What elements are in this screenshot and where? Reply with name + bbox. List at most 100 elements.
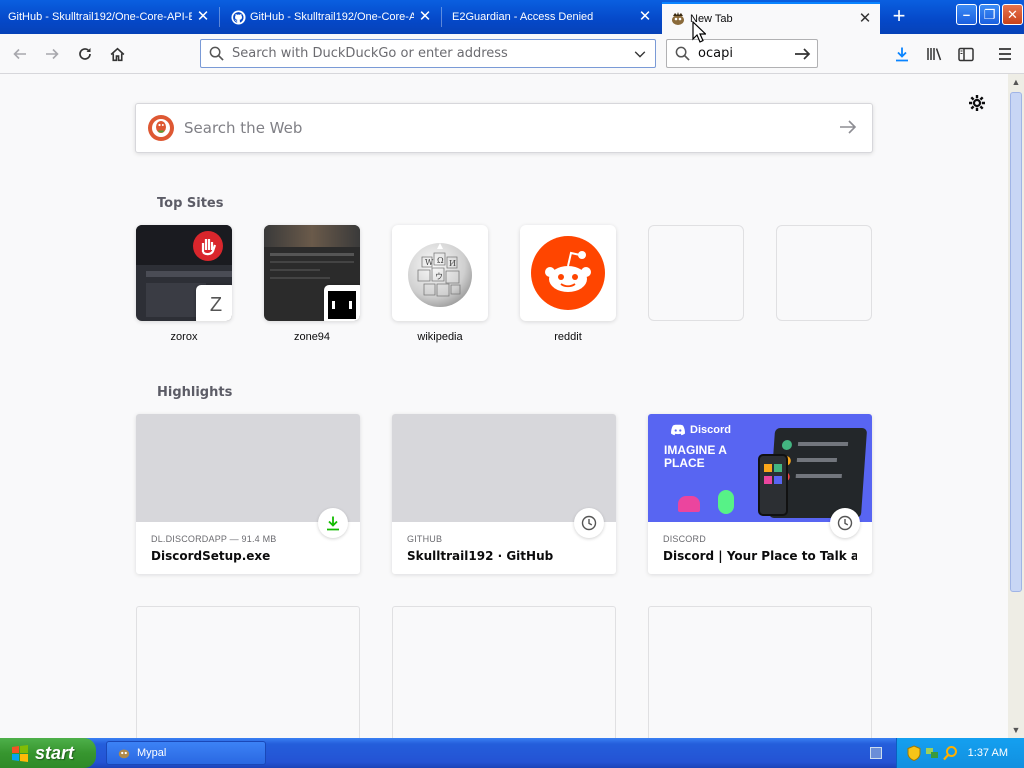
tab-e2guardian[interactable]: E2Guardian - Access Denied ✕ xyxy=(444,2,660,32)
scroll-up-arrow-icon[interactable]: ▲ xyxy=(1008,74,1024,90)
minimize-button[interactable]: – xyxy=(956,4,977,25)
back-arrow-icon xyxy=(13,48,26,60)
close-window-button[interactable]: ✕ xyxy=(1002,4,1023,25)
top-site-empty[interactable] xyxy=(648,225,744,331)
site-thumbnail: W Ω И ウ xyxy=(392,225,488,321)
close-icon[interactable]: ✕ xyxy=(196,9,210,24)
reddit-logo-icon xyxy=(531,236,605,310)
library-icon xyxy=(926,48,941,61)
discord-brand: Discord xyxy=(670,424,731,436)
top-site-zone94[interactable]: zone94 xyxy=(264,225,360,343)
site-label: reddit xyxy=(554,331,582,343)
preview-headline: IMAGINE A PLACE xyxy=(664,443,727,470)
forward-arrow-icon xyxy=(46,48,59,60)
windows-logo-icon xyxy=(12,745,28,762)
hamburger-menu-icon xyxy=(999,48,1011,60)
chevron-down-icon[interactable] xyxy=(633,47,647,61)
close-icon[interactable]: ✕ xyxy=(638,9,652,24)
card-title: Skulltrail192 · GitHub xyxy=(407,549,554,563)
highlight-card[interactable]: GITHUB Skulltrail192 · GitHub xyxy=(392,414,616,574)
taskbar-item-mypal[interactable]: Mypal xyxy=(106,741,266,765)
close-icon[interactable]: ✕ xyxy=(858,11,872,26)
web-search-box[interactable] xyxy=(135,103,873,153)
scroll-thumb[interactable] xyxy=(1010,92,1022,592)
site-thumbnail xyxy=(264,225,360,321)
network-icon[interactable] xyxy=(925,745,939,761)
card-title: Discord | Your Place to Talk and ... xyxy=(663,549,857,563)
top-site-empty[interactable] xyxy=(776,225,872,331)
arrow-right-icon[interactable] xyxy=(838,117,858,137)
url-input[interactable] xyxy=(232,46,627,61)
new-tab-button[interactable]: + xyxy=(886,5,912,29)
back-button[interactable] xyxy=(6,40,34,68)
highlight-placeholder xyxy=(392,606,616,738)
search-bar[interactable] xyxy=(666,39,818,68)
svg-text:Ω: Ω xyxy=(437,256,444,265)
url-bar[interactable] xyxy=(200,39,656,68)
search-icon[interactable] xyxy=(943,745,958,761)
system-tray: 1:37 AM xyxy=(896,738,1024,768)
card-preview: Discord IMAGINE A PLACE xyxy=(648,414,872,522)
card-source: DL.DISCORDAPP — 91.4 MB xyxy=(151,534,277,544)
top-site-zorox[interactable]: Z zorox xyxy=(136,225,232,343)
taskbar-item-label: Mypal xyxy=(137,747,167,759)
sidebar-button[interactable] xyxy=(952,40,980,68)
top-site-reddit[interactable]: reddit xyxy=(520,225,616,343)
mouse-cursor-icon xyxy=(692,21,706,43)
clock-icon xyxy=(574,508,604,538)
card-preview xyxy=(136,414,360,522)
search-input[interactable] xyxy=(698,46,794,61)
site-thumbnail: Z xyxy=(136,225,232,321)
zorox-badge: Z xyxy=(196,285,232,321)
keyboard-icon[interactable] xyxy=(870,747,882,759)
menu-button[interactable] xyxy=(991,40,1019,68)
close-icon[interactable]: ✕ xyxy=(418,9,432,24)
reload-button[interactable] xyxy=(71,40,99,68)
vertical-scrollbar[interactable]: ▲ ▼ xyxy=(1008,74,1024,738)
tab-label: E2Guardian - Access Denied xyxy=(452,11,594,23)
restore-button[interactable]: ❐ xyxy=(979,4,1000,25)
sidebar-icon xyxy=(958,47,974,61)
empty-site-placeholder xyxy=(776,225,872,321)
empty-site-placeholder xyxy=(648,225,744,321)
site-label: zorox xyxy=(170,331,198,343)
home-icon xyxy=(110,47,124,61)
scroll-down-arrow-icon[interactable]: ▼ xyxy=(1008,722,1024,738)
discord-logo-icon xyxy=(671,424,685,436)
tab-label: GitHub - Skulltrail192/One-Core-A xyxy=(250,11,414,23)
duckduckgo-logo-icon xyxy=(148,115,174,141)
discord-character xyxy=(678,496,700,512)
highlight-placeholder xyxy=(136,606,360,738)
tab-separator xyxy=(441,7,442,27)
download-icon xyxy=(896,47,908,62)
tab-label: New Tab xyxy=(690,13,733,25)
tab-github-2[interactable]: GitHub - Skulltrail192/One-Core-A ✕ xyxy=(222,2,440,32)
web-search-input[interactable] xyxy=(184,119,824,137)
clock: 1:37 AM xyxy=(967,747,1008,759)
tab-label: GitHub - Skulltrail192/One-Core-API-Bi xyxy=(8,11,192,23)
library-button[interactable] xyxy=(920,40,948,68)
reload-icon xyxy=(79,48,91,60)
top-site-wikipedia[interactable]: W Ω И ウ wikipedia xyxy=(392,225,488,343)
gear-icon[interactable] xyxy=(966,94,988,116)
start-button[interactable]: start xyxy=(0,738,96,768)
highlight-card[interactable]: Discord IMAGINE A PLACE DISCORD Discord … xyxy=(648,414,872,574)
site-thumbnail xyxy=(520,225,616,321)
home-button[interactable] xyxy=(103,40,131,68)
search-icon xyxy=(675,46,690,61)
clock-icon xyxy=(830,508,860,538)
security-shield-icon[interactable] xyxy=(907,745,921,761)
tab-separator xyxy=(219,7,220,27)
tab-github-1[interactable]: GitHub - Skulltrail192/One-Core-API-Bi ✕ xyxy=(0,2,218,32)
search-icon xyxy=(209,46,224,61)
highlight-card[interactable]: DL.DISCORDAPP — 91.4 MB DiscordSetup.exe xyxy=(136,414,360,574)
forward-button[interactable] xyxy=(38,40,66,68)
start-label: start xyxy=(35,742,75,763)
downloads-button[interactable] xyxy=(888,40,916,68)
mypal-icon xyxy=(118,749,130,759)
discord-character xyxy=(718,490,734,514)
taskbar: start Mypal 1:37 AM xyxy=(0,738,1024,768)
github-icon xyxy=(230,9,246,25)
arrow-right-icon[interactable] xyxy=(794,46,812,62)
new-tab-page: Top Sites Z zorox zone94 xyxy=(0,74,1008,738)
